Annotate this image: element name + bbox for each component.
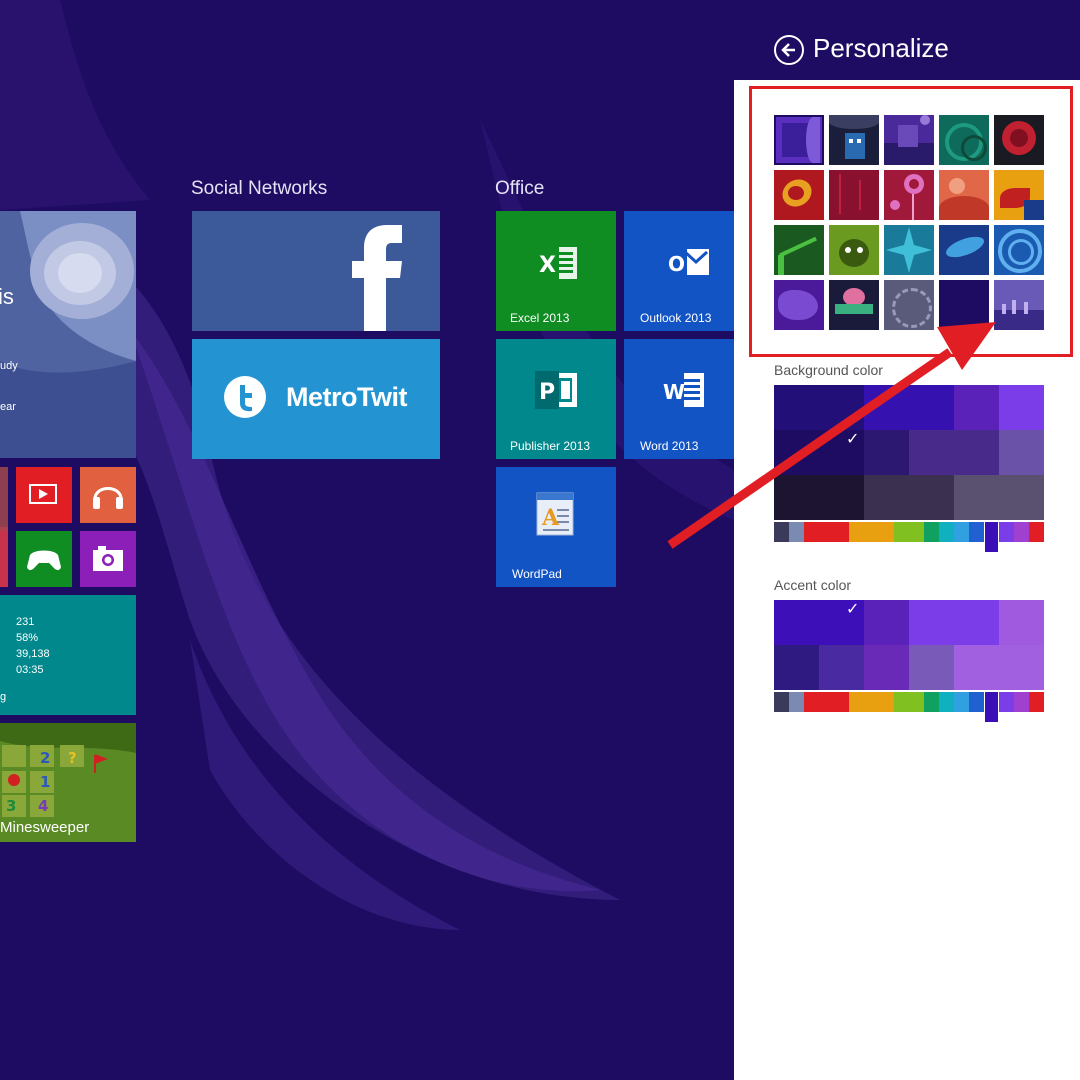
background-color-swatch[interactable] — [999, 430, 1044, 475]
stats-partial-label: g — [0, 691, 7, 703]
background-color-picker: ✓ — [774, 385, 1044, 520]
video-tile[interactable] — [16, 467, 72, 523]
xbox-controller-icon — [27, 550, 61, 570]
minesweeper-tile[interactable]: 2 ? 1 3 4 Minesweeper — [0, 723, 136, 842]
charm-title: Personalize — [813, 33, 949, 63]
stats-value: 39,138 — [16, 648, 50, 660]
background-color-swatch-selected[interactable]: ✓ — [774, 430, 864, 475]
publisher-label: Publisher 2013 — [510, 439, 591, 453]
outlook-label: Outlook 2013 — [640, 311, 712, 325]
accent-hue-slider[interactable] — [774, 692, 1044, 722]
metrotwit-tile[interactable]: MetroTwit — [192, 339, 440, 459]
accent-color-swatch[interactable] — [909, 600, 999, 645]
stats-value: 03:35 — [16, 664, 44, 676]
hue-slider-thumb[interactable] — [985, 692, 998, 722]
background-color-swatch[interactable] — [999, 385, 1044, 430]
accent-color-picker: ✓ — [774, 600, 1044, 690]
background-color-swatch[interactable] — [864, 430, 909, 475]
wordpad-tile[interactable]: A WordPad — [496, 467, 616, 587]
group-title-office: Office — [495, 178, 545, 199]
word-icon: W — [662, 371, 704, 409]
excel-tile[interactable]: X Excel 2013 — [496, 211, 616, 331]
weather-partial-text: ear — [0, 401, 16, 413]
weather-partial-text: udy — [0, 360, 18, 372]
svg-text:A: A — [541, 505, 560, 531]
stats-value: 58% — [16, 632, 39, 644]
video-icon — [29, 484, 57, 504]
metrotwit-logo-icon — [224, 376, 266, 418]
accent-color-swatch-selected[interactable]: ✓ — [774, 600, 864, 645]
outlook-icon: O — [665, 247, 709, 279]
publisher-tile[interactable]: P Publisher 2013 — [496, 339, 616, 459]
facebook-tile[interactable] — [192, 211, 440, 331]
games-tile[interactable] — [16, 531, 72, 587]
background-hue-slider[interactable] — [774, 522, 1044, 552]
selected-check-icon: ✓ — [846, 431, 860, 448]
svg-text:2: 2 — [40, 749, 50, 767]
svg-text:1: 1 — [40, 773, 50, 791]
background-color-swatch[interactable] — [774, 385, 864, 430]
accent-color-swatch[interactable] — [999, 600, 1044, 645]
hue-slider-thumb[interactable] — [985, 522, 998, 552]
svg-text:4: 4 — [38, 797, 48, 815]
people-tile[interactable] — [0, 531, 8, 587]
accent-color-label: Accent color — [774, 577, 852, 593]
background-color-swatch[interactable] — [774, 475, 864, 520]
minesweeper-label: Minesweeper — [0, 819, 90, 836]
outlook-tile[interactable]: O Outlook 2013 — [624, 211, 734, 331]
headphones-icon — [93, 487, 123, 509]
background-color-swatch[interactable] — [909, 430, 999, 475]
background-color-swatch[interactable] — [864, 385, 954, 430]
charm-header: Personalize — [734, 0, 1080, 80]
accent-color-swatch[interactable] — [909, 645, 954, 690]
facebook-f-icon — [352, 225, 402, 331]
svg-text:P: P — [539, 380, 555, 405]
accent-color-swatch[interactable] — [954, 645, 1044, 690]
accent-color-swatch[interactable] — [864, 600, 909, 645]
svg-text:W: W — [663, 380, 685, 404]
annotation-highlight-box — [749, 86, 1073, 357]
excel-label: Excel 2013 — [510, 311, 570, 325]
stats-tile[interactable]: 231 58% 39,138 03:35 g — [0, 595, 136, 715]
wordpad-icon: A — [536, 492, 574, 536]
svg-text:O: O — [668, 252, 685, 276]
weather-tile[interactable]: is udy ear — [0, 211, 136, 458]
wordpad-label: WordPad — [512, 567, 562, 581]
background-color-swatch[interactable] — [954, 475, 1044, 520]
weather-moon-icon — [0, 211, 136, 458]
svg-text:?: ? — [68, 749, 77, 767]
camera-icon — [93, 546, 123, 571]
accent-color-swatch[interactable] — [864, 645, 909, 690]
group-title-social-networks: Social Networks — [191, 178, 328, 199]
metrotwit-label: MetroTwit — [286, 382, 407, 412]
weather-partial-text: is — [0, 284, 14, 309]
back-arrow-icon — [781, 43, 795, 57]
selected-check-icon: ✓ — [846, 601, 860, 618]
accent-color-swatch[interactable] — [819, 645, 864, 690]
excel-icon: X — [535, 245, 577, 281]
back-button[interactable] — [774, 35, 804, 65]
svg-text:3: 3 — [6, 797, 16, 815]
camera-tile[interactable] — [80, 531, 136, 587]
publisher-icon: P — [535, 371, 577, 409]
music-tile[interactable] — [80, 467, 136, 523]
background-color-label: Background color — [774, 362, 883, 378]
word-tile[interactable]: W Word 2013 — [624, 339, 734, 459]
accent-color-swatch[interactable] — [774, 645, 819, 690]
svg-text:X: X — [539, 253, 556, 278]
background-color-swatch[interactable] — [864, 475, 954, 520]
background-color-swatch[interactable] — [954, 385, 999, 430]
stats-value: 231 — [16, 616, 35, 628]
word-label: Word 2013 — [640, 439, 699, 453]
